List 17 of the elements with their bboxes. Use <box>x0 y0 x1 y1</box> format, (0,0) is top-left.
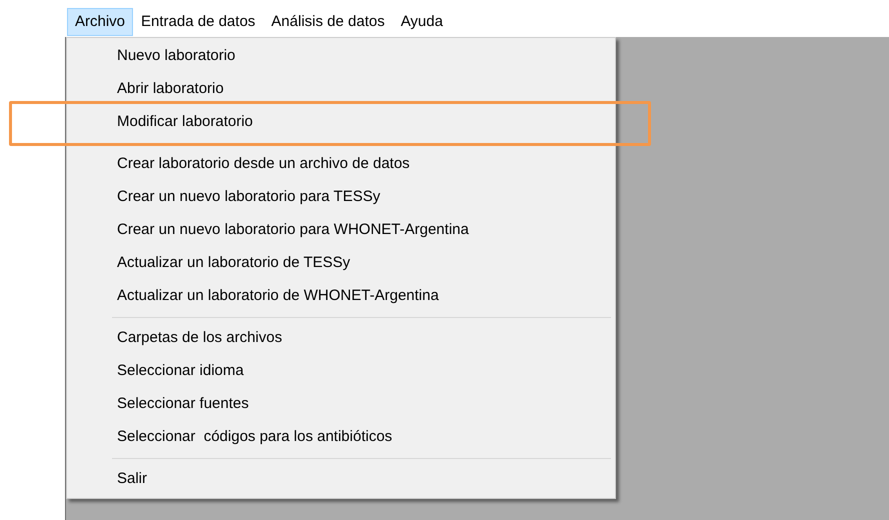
menu-item[interactable]: Abrir laboratorio <box>67 78 615 100</box>
menu-item[interactable]: Crear un nuevo laboratorio para WHONET-Argentina <box>67 220 615 242</box>
menu-item[interactable]: Crear laboratorio desde un archivo de datos <box>67 154 615 176</box>
menu-item[interactable]: Salir <box>67 468 615 490</box>
menu-bar-item[interactable]: Ayuda <box>392 8 451 36</box>
menu-item[interactable]: Seleccionar fuentes <box>67 394 615 416</box>
menu-item[interactable]: Actualizar un laboratorio de WHONET-Argentina <box>67 286 615 308</box>
menu-bar-item[interactable]: Entrada de datos <box>133 8 264 36</box>
menu-bar-item[interactable]: Archivo <box>67 8 134 36</box>
menu-item[interactable]: Actualizar un laboratorio de TESSy <box>67 252 615 274</box>
menu-item[interactable]: Seleccionar idioma <box>67 360 615 382</box>
menu-bar-item[interactable]: Análisis de datos <box>263 8 393 36</box>
menu-item[interactable]: Nuevo laboratorio <box>67 46 615 68</box>
menu-item[interactable]: Modificar laboratorio <box>67 112 615 134</box>
menu-item[interactable]: Crear un nuevo laboratorio para TESSy <box>67 186 615 208</box>
menu-item[interactable]: Seleccionar códigos para los antibióticos <box>67 426 615 448</box>
menu-item[interactable]: Carpetas de los archivos <box>67 328 615 350</box>
